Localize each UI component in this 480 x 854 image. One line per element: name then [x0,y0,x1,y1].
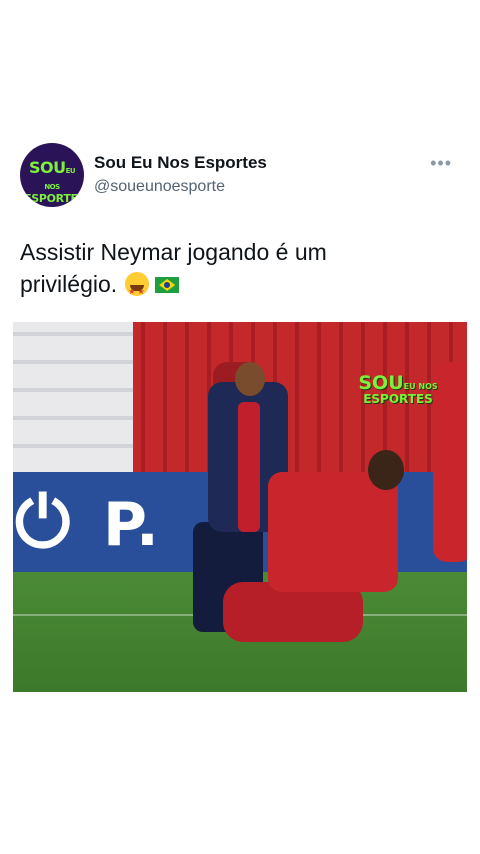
star-struck-emoji-icon [125,272,150,308]
tweet-text: Assistir Neymar jogando é um privilégio. [20,236,460,308]
avatar-logo: SOUEU NOS ESPORTES [24,158,84,205]
avatar-logo-line2: ESPORTES [24,192,84,205]
tweet-text-line2-wrap: privilégio. [20,268,460,308]
tweet-text-line1: Assistir Neymar jogando é um [20,239,327,265]
display-name[interactable]: Sou Eu Nos Esportes [94,153,267,173]
avatar[interactable]: SOUEU NOS ESPORTES [20,143,84,207]
tweet-header: SOUEU NOS ESPORTES Sou Eu Nos Esportes @… [20,143,460,207]
video-media[interactable]: ⏻ P. SOUEU NOS ESPORTES [13,322,467,692]
avatar-logo-line1: SOU [28,158,66,177]
brazil-flag-icon [155,277,180,293]
red-player-right [433,362,467,562]
psg-player-head [235,362,265,396]
red-player-head [368,450,404,490]
watermark-logo: SOUEU NOS ESPORTES [358,372,438,406]
user-handle[interactable]: @soueunoesporte [94,178,225,196]
watermark-line2: ESPORTES [363,392,433,406]
playstation-logo-icon: ⏻ [15,481,71,563]
board-text: P. [103,490,159,560]
psg-shirt-stripe [238,402,260,532]
stadium-seats-white [13,322,133,472]
watermark-line1: SOU [358,372,404,394]
tweet-text-line2: privilégio. [20,271,118,297]
watermark-small: EU NOS [403,382,438,391]
red-player [268,472,398,592]
more-icon[interactable]: ••• [430,153,452,174]
